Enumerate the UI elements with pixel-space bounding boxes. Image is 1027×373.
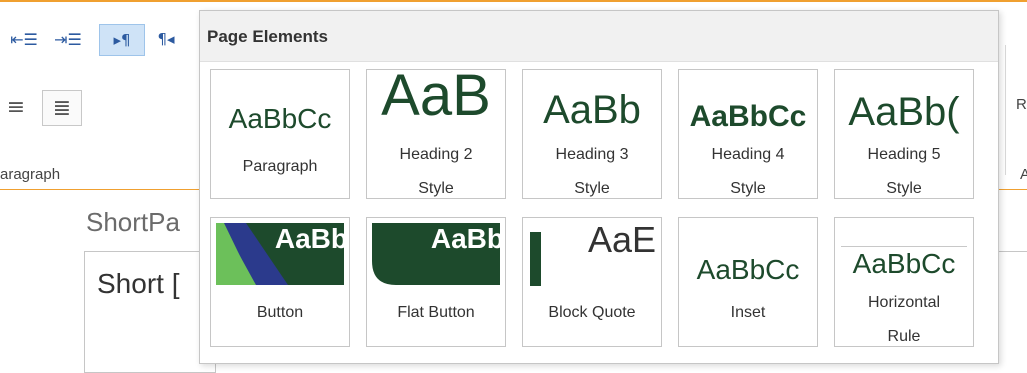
document-title: ShortPa (86, 207, 180, 237)
style-sample: AaB (381, 69, 491, 128)
style-sample: AaBbCc (852, 248, 956, 279)
style-caption: Paragraph (242, 158, 318, 175)
style-sample: AaBb (543, 88, 641, 132)
style-caption: Heading 5 (867, 146, 941, 163)
gallery-header: Page Elements (200, 11, 998, 62)
paragraph-group-label: aragraph (0, 166, 61, 183)
style-caption-line-2: Style (418, 180, 454, 197)
style-sample: AaBbCc (696, 254, 800, 285)
style-sample: AaBbCc (228, 103, 332, 134)
gallery-title: Page Elements (207, 27, 328, 46)
group-separator (1005, 45, 1006, 175)
flat-button-style-sample: AaBb (372, 223, 500, 285)
style-caption-line-2: Style (574, 180, 610, 197)
style-caption-line-2: Style (730, 180, 766, 197)
style-caption: Button (256, 304, 304, 321)
increase-indent-icon[interactable]: ⇥☰ (50, 24, 86, 54)
button-style-sample: AaBb (216, 223, 344, 285)
content-box-right (996, 251, 1027, 372)
style-sample: AaBbCc (689, 100, 807, 133)
page-elements-gallery: Page Elements AaBbCc Paragraph AaB Headi… (199, 10, 999, 364)
style-tile-heading-4[interactable]: AaBbCc Heading 4 Style (678, 69, 818, 199)
style-caption: Horizontal (867, 294, 941, 311)
justify-icon[interactable]: ≣ (42, 90, 82, 126)
style-tile-inset[interactable]: AaBbCc Inset (678, 217, 818, 347)
align-center-icon[interactable]: ≡ (2, 92, 30, 122)
style-caption: Flat Button (397, 304, 475, 321)
right-ribbon-label-fragment: A (1020, 166, 1027, 183)
style-tile-heading-3[interactable]: AaBb Heading 3 Style (522, 69, 662, 199)
style-tile-heading-2[interactable]: AaB Heading 2 Style (366, 69, 506, 199)
style-caption: Block Quote (548, 304, 636, 321)
style-caption-line-2: Style (886, 180, 922, 197)
style-tile-block-quote[interactable]: AaE Block Quote (522, 217, 662, 347)
style-sample: AaBb (274, 223, 344, 254)
style-tile-horizontal-rule[interactable]: AaBbCc Horizontal Rule (834, 217, 974, 347)
style-tile-paragraph[interactable]: AaBbCc Paragraph (210, 69, 350, 199)
ltr-paragraph-icon[interactable]: ▸¶ (99, 24, 145, 56)
style-sample: AaE (588, 219, 657, 260)
style-tile-button[interactable]: AaBb Button (210, 217, 350, 347)
right-ribbon-fragment: R (1016, 96, 1027, 113)
style-caption-line-2: Rule (887, 328, 921, 345)
document-body-text: Short [ (97, 268, 180, 299)
style-sample: AaBb( (848, 90, 960, 134)
style-caption: Inset (730, 304, 766, 321)
horizontal-rule-line (841, 246, 967, 247)
style-caption: Heading 4 (711, 146, 785, 163)
style-sample: AaBb (430, 223, 500, 254)
style-caption: Heading 3 (555, 146, 629, 163)
style-caption: Heading 2 (399, 146, 473, 163)
style-tile-heading-5[interactable]: AaBb( Heading 5 Style (834, 69, 974, 199)
decrease-indent-icon[interactable]: ⇤☰ (6, 24, 42, 54)
style-tile-flat-button[interactable]: AaBb Flat Button (366, 217, 506, 347)
quote-bar (530, 232, 541, 286)
rtl-paragraph-icon[interactable]: ¶◂ (148, 24, 184, 54)
